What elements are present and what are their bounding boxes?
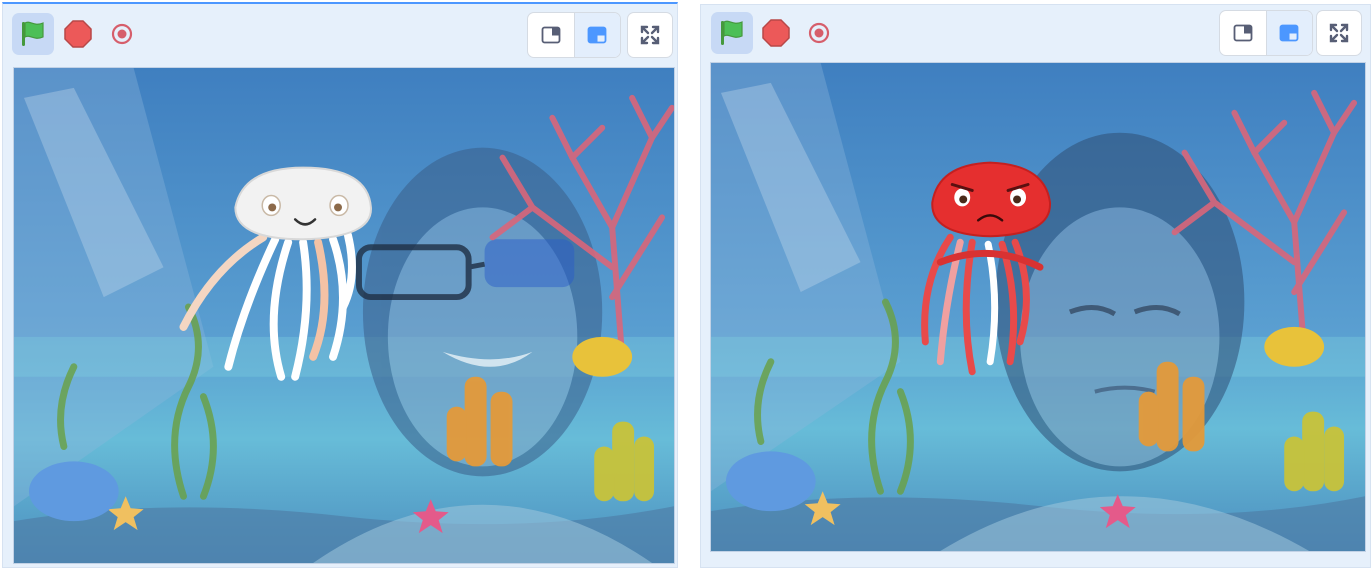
rock <box>725 451 816 512</box>
green-flag-button[interactable] <box>711 12 753 54</box>
small-stage-button[interactable] <box>1220 11 1266 55</box>
small-stage-icon <box>1233 24 1253 42</box>
stop-button[interactable] <box>57 13 99 55</box>
stage-canvas[interactable] <box>710 62 1366 552</box>
record-icon <box>111 23 133 45</box>
fullscreen-button[interactable] <box>627 12 673 58</box>
large-stage-button[interactable] <box>1265 11 1312 55</box>
stage-canvas[interactable] <box>13 67 675 564</box>
record-button[interactable] <box>798 12 840 54</box>
shell <box>1264 326 1325 367</box>
fullscreen-icon <box>1329 23 1349 43</box>
stop-button[interactable] <box>755 12 797 54</box>
green-flag-icon <box>721 20 743 45</box>
stage-layout-toggle <box>1219 10 1313 56</box>
fullscreen-icon <box>640 25 660 45</box>
stage-toolbar <box>3 4 677 64</box>
large-stage-icon <box>587 26 607 44</box>
underwater-scene <box>711 63 1365 551</box>
stage-panel-left <box>2 2 678 568</box>
stage-layout-toggle <box>527 12 621 58</box>
small-stage-icon <box>541 26 561 44</box>
rock <box>28 461 119 522</box>
large-stage-button[interactable] <box>573 13 620 57</box>
shell <box>572 336 633 377</box>
stage-toolbar <box>701 5 1370 65</box>
small-stage-button[interactable] <box>528 13 574 57</box>
large-stage-icon <box>1279 24 1299 42</box>
record-button[interactable] <box>101 13 143 55</box>
green-flag-button[interactable] <box>12 13 54 55</box>
stage-panel-right <box>700 4 1371 568</box>
fullscreen-button[interactable] <box>1316 10 1362 56</box>
record-icon <box>808 22 830 44</box>
green-flag-icon <box>22 21 44 46</box>
stop-sign-icon <box>64 20 92 48</box>
stop-sign-icon <box>762 19 790 47</box>
underwater-scene <box>14 68 674 563</box>
